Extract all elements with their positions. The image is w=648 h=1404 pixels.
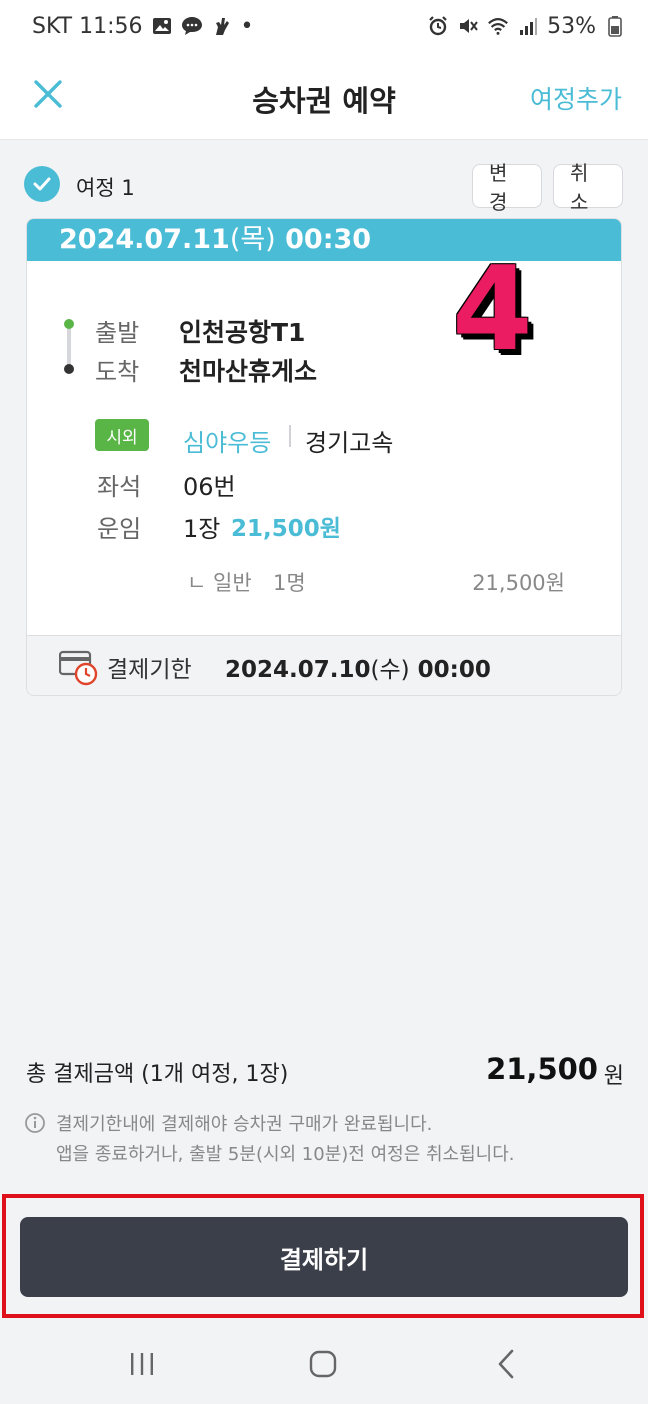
arrival-label: 도착 bbox=[95, 358, 140, 386]
home-icon[interactable] bbox=[303, 1344, 343, 1384]
fare-sub-type: ㄴ 일반 bbox=[187, 571, 252, 595]
signal-icon bbox=[517, 15, 539, 37]
carrier-time: SKT 11:56 bbox=[32, 13, 143, 39]
status-bar-right: 53% bbox=[427, 14, 626, 39]
fare-amount: 21,500원 bbox=[231, 516, 341, 542]
status-bar: SKT 11:56 • 53% bbox=[0, 0, 648, 52]
add-trip-link[interactable]: 여정추가 bbox=[530, 80, 622, 116]
total-payment: 총 결제금액 (1개 여정, 1장) 21,500 원 bbox=[26, 1052, 624, 1092]
departure-dot bbox=[64, 319, 74, 329]
recent-apps-icon[interactable] bbox=[122, 1344, 162, 1384]
fare-count: 1장 bbox=[183, 515, 221, 543]
route-line bbox=[67, 323, 71, 367]
mute-icon bbox=[457, 15, 479, 37]
total-unit: 원 bbox=[603, 1064, 624, 1089]
bus-class: 심야우등 bbox=[183, 429, 272, 457]
deadline-label: 결제기한 bbox=[107, 657, 192, 683]
system-nav-bar bbox=[0, 1324, 648, 1404]
card-clock-icon bbox=[58, 648, 99, 686]
trip-label: 여정 1 bbox=[76, 176, 135, 200]
trip-weekday: (목) bbox=[229, 224, 276, 255]
check-icon[interactable] bbox=[24, 166, 60, 202]
deadline-value: 2024.07.10(수) 00:00 bbox=[225, 650, 491, 684]
deadline-weekday: (수) bbox=[370, 657, 410, 683]
trip-date: 2024.07.11 bbox=[59, 224, 230, 255]
seat-value: 06번 bbox=[183, 473, 236, 501]
status-bar-left: SKT 11:56 • bbox=[32, 14, 254, 39]
departure-label: 출발 bbox=[95, 319, 140, 347]
cancel-button[interactable]: 취소 bbox=[553, 161, 623, 214]
arrival-dot bbox=[64, 364, 74, 374]
trip-time: 00:30 bbox=[285, 224, 372, 255]
arrival-value: 천마산휴게소 bbox=[179, 357, 318, 386]
deadline-date: 2024.07.10 bbox=[225, 657, 371, 683]
pay-button[interactable]: 결제하기 bbox=[20, 1217, 628, 1297]
divider bbox=[289, 425, 291, 447]
back-icon[interactable] bbox=[486, 1344, 526, 1384]
bus-operator: 경기고속 bbox=[305, 429, 394, 457]
info-icon bbox=[24, 1112, 46, 1134]
gallery-icon bbox=[151, 15, 173, 37]
step-number-overlay: 4 bbox=[452, 242, 533, 377]
total-label: 총 결제금액 (1개 여정, 1장) bbox=[26, 1062, 289, 1087]
battery-icon bbox=[604, 15, 626, 37]
seat-label: 좌석 bbox=[97, 473, 142, 501]
hand-icon bbox=[211, 15, 233, 37]
total-amount: 21,500 bbox=[486, 1052, 598, 1086]
notice-line-1: 결제기한내에 결제해야 승차권 구매가 완료됩니다. bbox=[56, 1114, 433, 1135]
payment-deadline: 결제기한 2024.07.10(수) 00:00 bbox=[27, 635, 621, 695]
fare-label: 운임 bbox=[97, 515, 142, 543]
app-header: 승차권 예약 여정추가 bbox=[0, 52, 648, 140]
departure-value: 인천공항T1 bbox=[179, 318, 306, 347]
status-dot: • bbox=[240, 13, 254, 39]
battery-percent: 53% bbox=[547, 13, 596, 39]
deadline-time: 00:00 bbox=[417, 657, 491, 683]
alarm-icon bbox=[427, 15, 449, 37]
chat-icon bbox=[181, 15, 203, 37]
trip-heading: 여정 1 변경 취소 bbox=[24, 161, 624, 214]
change-button[interactable]: 변경 bbox=[472, 161, 542, 214]
fare-sub-amount: 21,500원 bbox=[472, 571, 565, 595]
notice-line-2: 앱을 종료하거나, 출발 5분(시외 10분)전 여정은 취소됩니다. bbox=[56, 1144, 515, 1165]
route-type-badge: 시외 bbox=[95, 419, 149, 451]
wifi-icon bbox=[487, 15, 509, 37]
fare-sub-count: 1명 bbox=[273, 571, 306, 595]
